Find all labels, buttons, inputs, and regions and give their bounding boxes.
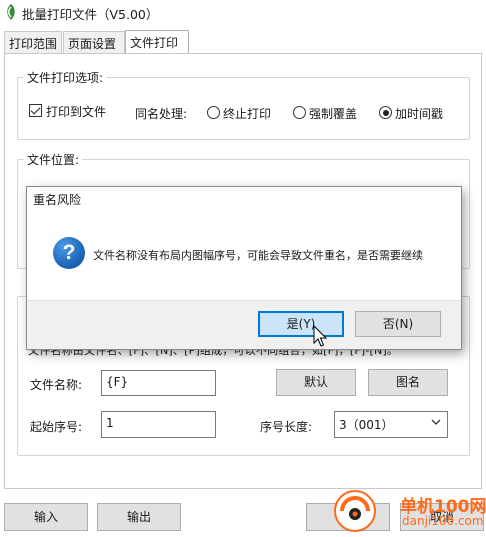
seq-len-select[interactable]: 3（001）: [334, 411, 448, 438]
start-seq-label: 起始序号:: [30, 420, 83, 434]
print-to-file-label[interactable]: 打印到文件: [46, 103, 106, 120]
yes-button[interactable]: 是(Y): [258, 311, 344, 337]
watermark: 单机100网 danji100.com: [334, 490, 486, 534]
radio-stop-print-label[interactable]: 终止打印: [223, 105, 271, 122]
sheet-name-button[interactable]: 图名: [368, 369, 448, 396]
window-title: 批量打印文件（V5.00）: [22, 7, 159, 22]
dialog-message: 文件名称没有布局内图幅序号，可能会导致文件重名，是否需要继续: [93, 249, 423, 262]
tab-page-setup[interactable]: 页面设置: [63, 31, 125, 53]
question-icon: ?: [53, 237, 85, 269]
radio-add-timestamp-label[interactable]: 加时间戳: [395, 105, 443, 122]
print-to-file-checkbox[interactable]: [29, 104, 42, 117]
chevron-down-icon: [431, 419, 441, 425]
conflict-label: 同名处理:: [135, 107, 188, 121]
rename-risk-dialog: 重名风险 ? 文件名称没有布局内图幅序号，可能会导致文件重名，是否需要继续 是(…: [26, 186, 462, 350]
seq-len-value: 3（001）: [339, 418, 394, 432]
app-icon: [7, 4, 15, 20]
export-button[interactable]: 输出: [97, 503, 181, 531]
tab-file-print[interactable]: 文件打印: [125, 30, 189, 54]
mouse-cursor-icon: [313, 325, 328, 347]
tab-print-range[interactable]: 打印范围: [4, 31, 62, 53]
file-name-input[interactable]: {F}: [101, 370, 216, 396]
file-location-legend: 文件位置:: [24, 151, 83, 168]
radio-stop-print[interactable]: [207, 106, 220, 119]
import-button[interactable]: 输入: [4, 503, 88, 531]
seq-len-label: 序号长度:: [260, 420, 313, 434]
radio-force-overwrite[interactable]: [293, 106, 306, 119]
watermark-site-url: danji100.com: [402, 514, 484, 528]
dialog-title: 重名风险: [33, 193, 82, 207]
title-bar: 批量打印文件（V5.00）: [0, 0, 486, 26]
file-name-label: 文件名称:: [30, 378, 83, 392]
no-button[interactable]: 否(N): [355, 311, 441, 337]
print-options-legend: 文件打印选项:: [24, 69, 107, 86]
start-seq-input[interactable]: 1: [101, 411, 216, 438]
radio-force-overwrite-label[interactable]: 强制覆盖: [309, 105, 357, 122]
default-button[interactable]: 默认: [276, 369, 356, 396]
radio-add-timestamp[interactable]: [379, 106, 392, 119]
watermark-logo-icon: [334, 490, 376, 532]
